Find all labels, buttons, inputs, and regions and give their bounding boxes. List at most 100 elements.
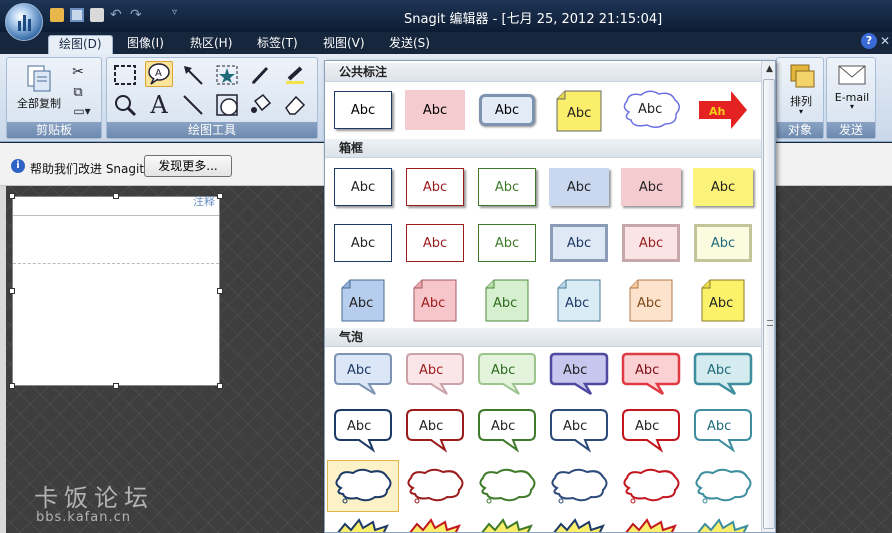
find-more-button[interactable]: 发现更多... — [144, 155, 232, 177]
style-cell[interactable]: Abc — [399, 348, 471, 400]
resize-handle[interactable] — [113, 193, 119, 199]
style-cell[interactable]: Abc — [399, 161, 471, 213]
style-cell[interactable]: Abc — [543, 404, 615, 456]
arrange-button[interactable]: 排列 ▾ — [781, 62, 821, 116]
style-cell[interactable]: Abc — [327, 348, 399, 400]
callout-tool-icon[interactable]: A — [145, 61, 173, 87]
style-cell[interactable]: Abc — [327, 217, 399, 269]
gallery-scrollbar[interactable]: ▲ — [761, 61, 775, 532]
style-cell[interactable]: Abc — [615, 348, 687, 400]
selection-tool-icon[interactable] — [111, 62, 139, 88]
style-cell[interactable] — [471, 460, 543, 512]
style-sample-text: Abc — [419, 419, 443, 434]
style-cell[interactable]: Abc — [471, 161, 543, 213]
style-cell[interactable]: Abc — [687, 404, 759, 456]
pen-tool-icon[interactable] — [247, 62, 275, 88]
style-cell[interactable]: Abc — [615, 274, 687, 326]
watermark-url: bbs.kafan.cn — [36, 510, 131, 525]
tab-send[interactable]: 发送(S) — [379, 35, 440, 54]
style-cell[interactable]: Abc — [471, 217, 543, 269]
tab-view[interactable]: 视图(V) — [313, 35, 375, 54]
style-cell[interactable]: Abc — [327, 274, 399, 326]
style-cell[interactable]: Abc — [615, 217, 687, 269]
style-cell[interactable]: Abc — [399, 404, 471, 456]
shape-tool-icon[interactable] — [213, 92, 241, 118]
style-cell[interactable]: Abc — [327, 84, 399, 136]
copy-icon[interactable]: ⧉ — [67, 82, 89, 102]
arrow-tool-icon[interactable] — [179, 62, 207, 88]
highlighter-tool-icon[interactable] — [281, 62, 309, 88]
style-cell[interactable] — [543, 516, 615, 532]
style-cell[interactable]: Abc — [615, 84, 687, 136]
app-menu-button[interactable] — [5, 3, 43, 41]
captured-image[interactable]: 注释 — [12, 195, 220, 386]
style-cell[interactable]: Abc — [543, 217, 615, 269]
style-cell[interactable]: Abc — [543, 274, 615, 326]
fill-tool-icon[interactable] — [247, 92, 275, 118]
scroll-up-icon[interactable]: ▲ — [762, 61, 775, 77]
eraser-tool-icon[interactable] — [281, 92, 309, 118]
style-cell[interactable] — [543, 460, 615, 512]
resize-handle[interactable] — [9, 383, 15, 389]
style-cell[interactable]: Abc — [327, 161, 399, 213]
style-cell[interactable]: Abc — [327, 404, 399, 456]
redo-icon[interactable]: ↷ — [130, 8, 144, 22]
style-cell[interactable]: Abc — [615, 161, 687, 213]
tab-draw[interactable]: 绘图(D) — [48, 35, 113, 54]
stamp-tool-icon[interactable] — [213, 62, 241, 88]
style-cell[interactable]: Abc — [687, 274, 759, 326]
open-folder-icon[interactable] — [50, 8, 64, 22]
resize-handle[interactable] — [217, 193, 223, 199]
undo-icon[interactable]: ↶ — [110, 8, 124, 22]
style-cell[interactable]: Abc — [399, 274, 471, 326]
resize-handle[interactable] — [9, 288, 15, 294]
email-button[interactable]: E-mail ▾ — [831, 62, 873, 111]
resize-handle[interactable] — [217, 288, 223, 294]
style-cell[interactable]: Abc — [543, 84, 615, 136]
style-cell[interactable] — [327, 516, 399, 532]
style-cell[interactable]: Abc — [543, 161, 615, 213]
text-tool-icon[interactable]: A — [145, 91, 173, 119]
cut-icon[interactable]: ✂ — [67, 62, 89, 82]
zoom-tool-icon[interactable] — [111, 92, 139, 118]
style-sample-text: Abc — [710, 179, 736, 195]
print-icon[interactable] — [90, 8, 104, 22]
help-icon[interactable]: ? — [861, 33, 877, 49]
style-cell[interactable]: Abc — [543, 348, 615, 400]
scrollbar-thumb[interactable] — [763, 79, 775, 529]
style-cell[interactable]: Abc — [471, 404, 543, 456]
style-cell[interactable] — [471, 516, 543, 532]
tab-hotspot[interactable]: 热区(H) — [180, 35, 242, 54]
tab-tags[interactable]: 标签(T) — [247, 35, 308, 54]
style-cell[interactable] — [399, 516, 471, 532]
resize-handle[interactable] — [9, 193, 15, 199]
style-cell[interactable]: Ah — [687, 84, 759, 136]
style-sample-text: Abc — [349, 296, 373, 311]
style-cell[interactable]: Abc — [615, 404, 687, 456]
style-cell[interactable]: Abc — [471, 274, 543, 326]
paste-icon[interactable]: ▭▾ — [67, 102, 97, 120]
style-cell[interactable] — [687, 516, 759, 532]
style-cell[interactable]: Abc — [399, 217, 471, 269]
style-cell[interactable] — [615, 460, 687, 512]
style-cell[interactable] — [615, 516, 687, 532]
style-cell[interactable]: Abc — [471, 348, 543, 400]
style-sample-text: Abc — [635, 419, 659, 434]
resize-handle[interactable] — [113, 383, 119, 389]
close-icon[interactable]: ✕ — [880, 34, 890, 48]
customize-toolbar-icon[interactable]: ▿ — [172, 7, 177, 18]
style-cell[interactable]: Abc — [687, 348, 759, 400]
style-cell[interactable]: Abc — [471, 84, 543, 136]
style-cell[interactable]: Abc — [687, 217, 759, 269]
line-tool-icon[interactable] — [179, 92, 207, 118]
style-cell[interactable]: Abc — [687, 161, 759, 213]
style-sample-text: Abc — [493, 296, 517, 311]
style-cell[interactable] — [399, 460, 471, 512]
resize-handle[interactable] — [217, 383, 223, 389]
tab-image[interactable]: 图像(I) — [117, 35, 174, 54]
style-cell[interactable] — [687, 460, 759, 512]
style-cell-selected[interactable] — [327, 460, 399, 512]
copy-all-button[interactable]: 全部复制 — [11, 64, 67, 111]
style-cell[interactable]: Abc — [399, 84, 471, 136]
save-icon[interactable] — [70, 8, 84, 22]
